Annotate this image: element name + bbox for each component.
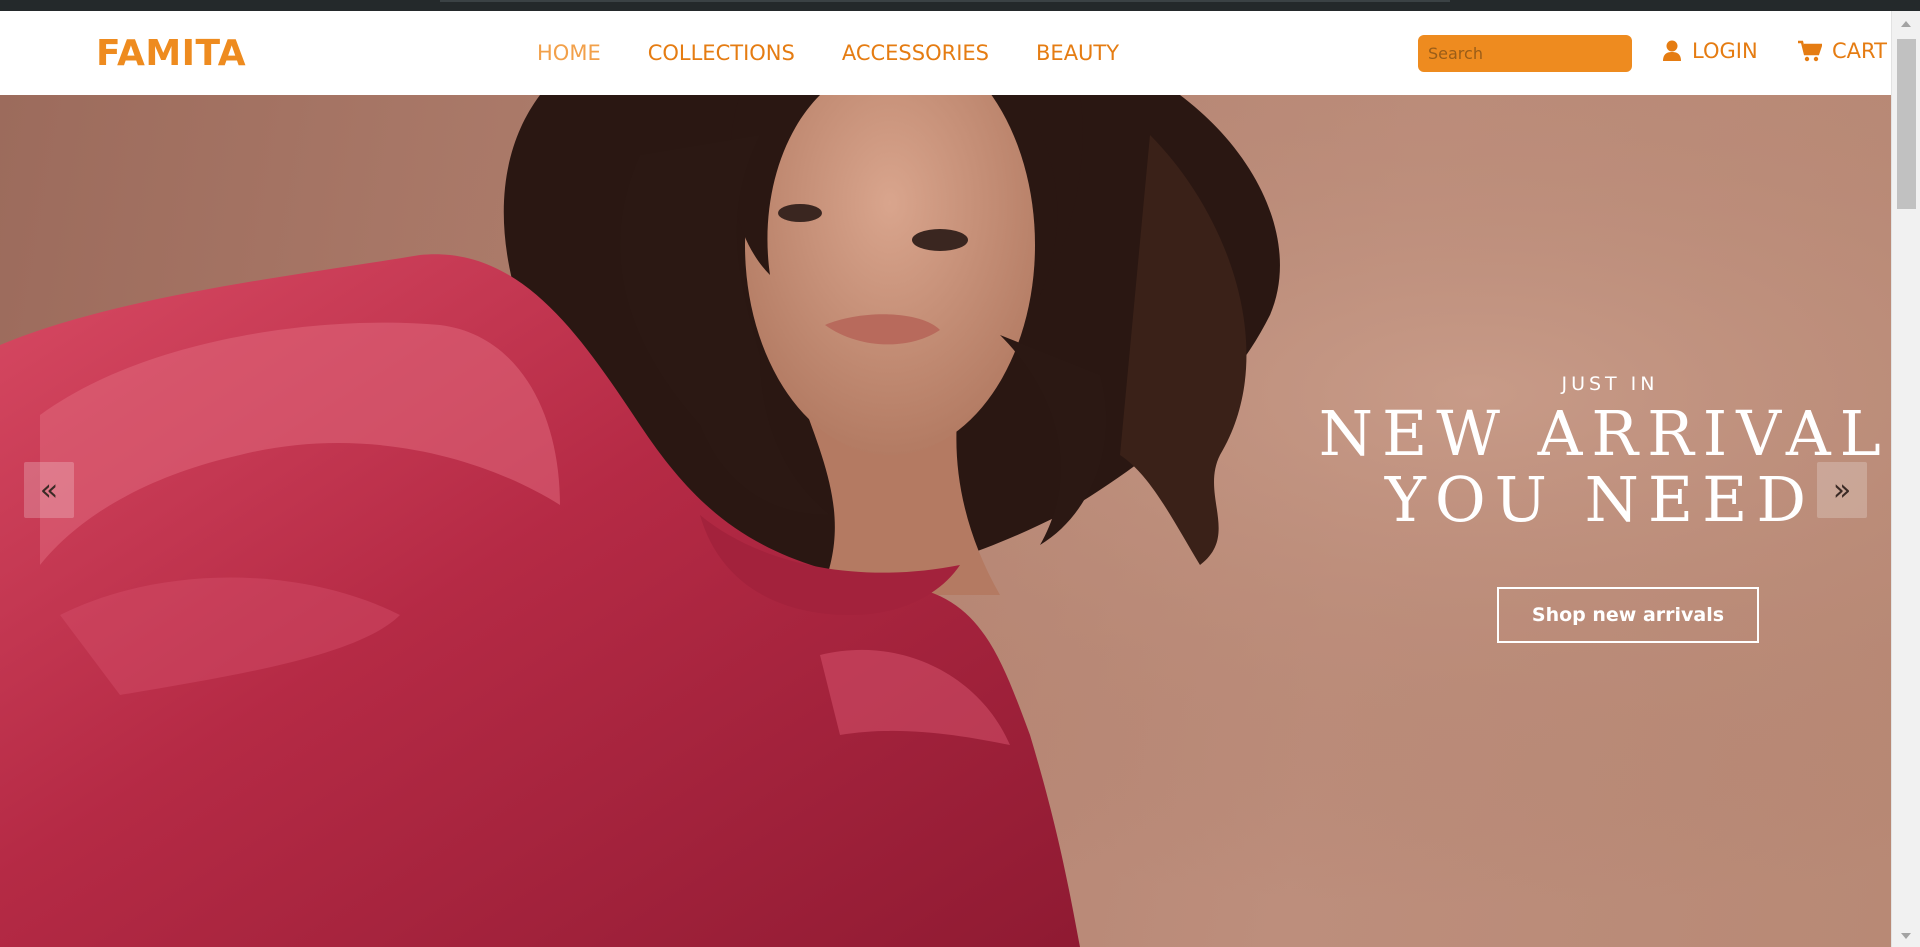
hero-headline-line-1: NEW ARRIVALS bbox=[1318, 397, 1891, 470]
scroll-down-icon[interactable] bbox=[1901, 933, 1911, 939]
main-nav: HOME COLLECTIONS ACCESSORIES BEAUTY bbox=[537, 41, 1166, 65]
nav-home[interactable]: HOME bbox=[537, 41, 601, 65]
scroll-up-icon[interactable] bbox=[1901, 21, 1911, 27]
nav-accessories[interactable]: ACCESSORIES bbox=[842, 41, 989, 65]
cart-link[interactable]: CART bbox=[1798, 39, 1887, 63]
hero-kicker: JUST IN bbox=[1561, 373, 1659, 395]
nav-beauty[interactable]: BEAUTY bbox=[1036, 41, 1119, 65]
scrollbar-thumb[interactable] bbox=[1897, 39, 1916, 209]
user-icon bbox=[1662, 40, 1682, 62]
shop-new-arrivals-button[interactable]: Shop new arrivals bbox=[1497, 587, 1759, 643]
page-scrollbar[interactable] bbox=[1891, 11, 1920, 947]
cart-label: CART bbox=[1832, 39, 1887, 63]
search-input[interactable] bbox=[1418, 35, 1632, 72]
cart-icon bbox=[1798, 40, 1822, 62]
hero-carousel: JUST IN NEW ARRIVALS YOU NEED Shop new a… bbox=[0, 95, 1891, 947]
brand-logo[interactable]: FAMITA bbox=[96, 33, 246, 74]
chevron-double-right-icon: » bbox=[1832, 472, 1852, 508]
login-label: LOGIN bbox=[1692, 39, 1758, 63]
carousel-next-button[interactable]: » bbox=[1817, 462, 1867, 518]
browser-top-strip bbox=[0, 0, 1920, 11]
hero-headline: NEW ARRIVALS YOU NEED bbox=[1300, 401, 1891, 533]
hero-headline-line-2: YOU NEED bbox=[1384, 463, 1816, 536]
site-header: FAMITA HOME COLLECTIONS ACCESSORIES BEAU… bbox=[0, 11, 1891, 95]
browser-tab-bar bbox=[440, 0, 1450, 2]
chevron-double-left-icon: « bbox=[39, 472, 59, 508]
hero-caption: JUST IN NEW ARRIVALS YOU NEED bbox=[1300, 373, 1891, 533]
carousel-prev-button[interactable]: « bbox=[24, 462, 74, 518]
login-link[interactable]: LOGIN bbox=[1662, 39, 1758, 63]
nav-collections[interactable]: COLLECTIONS bbox=[648, 41, 795, 65]
